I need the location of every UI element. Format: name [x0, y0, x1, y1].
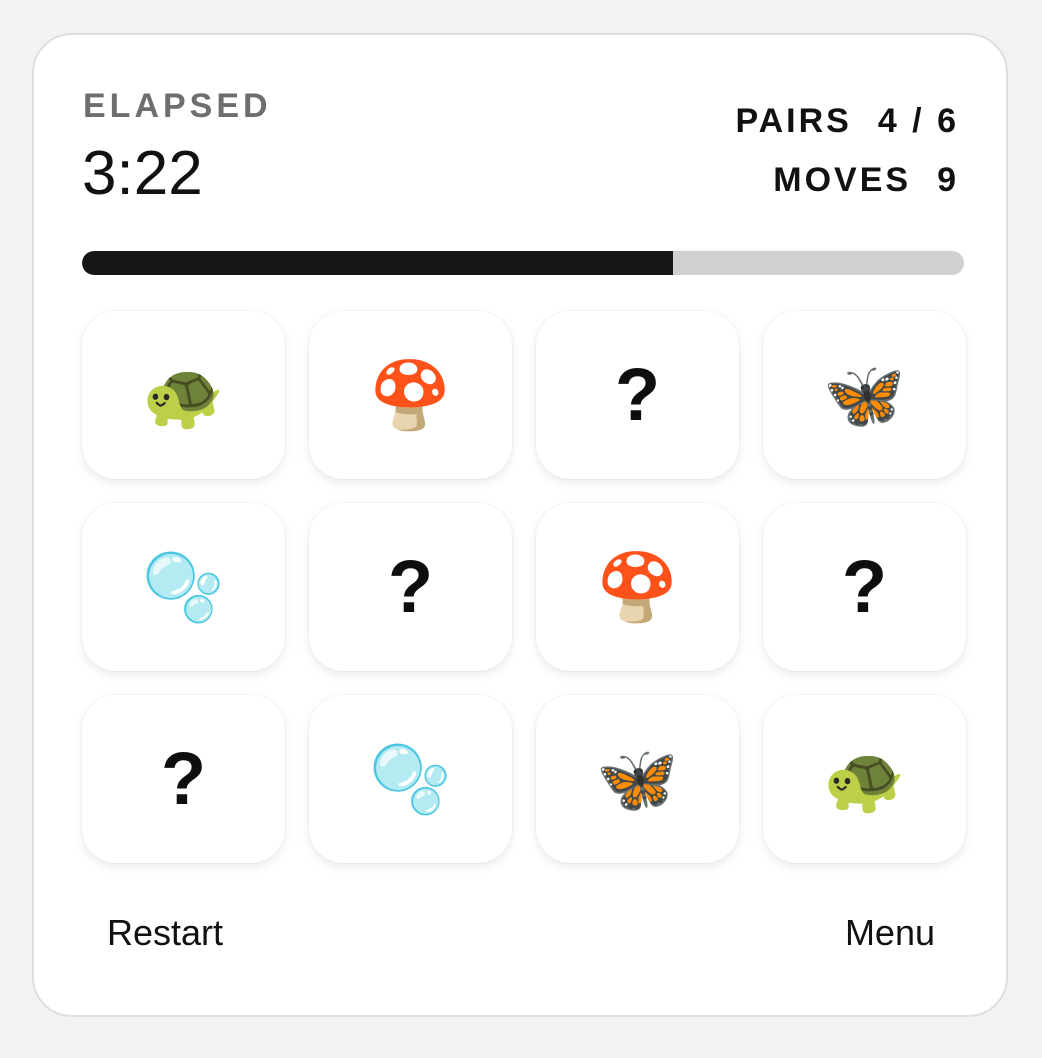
progress-bar [82, 251, 964, 275]
butterfly-icon: 🦋 [823, 358, 906, 432]
mushroom-icon: 🍄 [369, 358, 452, 432]
butterfly-icon: 🦋 [596, 742, 679, 816]
pairs-value: 4 / 6 [877, 102, 959, 140]
question-mark-icon: ? [160, 737, 207, 820]
progress-fill [82, 251, 673, 275]
elapsed-time: 3:22 [82, 139, 203, 208]
bubbles-icon: 🫧 [142, 550, 225, 624]
question-mark-icon: ? [841, 545, 888, 628]
memory-tile[interactable]: ? [82, 695, 285, 863]
game-card: ELAPSED 3:22 PAIRS 4 / 6 MOVES 9 🐢 🍄 ? 🦋… [32, 33, 1008, 1017]
memory-tile[interactable]: 🐢 [82, 311, 285, 479]
tile-grid: 🐢 🍄 ? 🦋 🫧 ? 🍄 ? ? 🫧 🦋 🐢 [82, 311, 966, 863]
memory-tile[interactable]: 🐢 [763, 695, 966, 863]
memory-tile[interactable]: ? [536, 311, 739, 479]
mushroom-icon: 🍄 [596, 550, 679, 624]
turtle-icon: 🐢 [142, 358, 225, 432]
restart-button[interactable]: Restart [107, 915, 223, 951]
pairs-label: PAIRS [735, 102, 852, 140]
pairs-stat: PAIRS 4 / 6 [735, 104, 959, 138]
moves-value: 9 [937, 161, 959, 199]
question-mark-icon: ? [614, 353, 661, 436]
memory-tile[interactable]: 🫧 [309, 695, 512, 863]
memory-tile[interactable]: 🦋 [536, 695, 739, 863]
memory-tile[interactable]: ? [309, 503, 512, 671]
question-mark-icon: ? [387, 545, 434, 628]
memory-tile[interactable]: 🫧 [82, 503, 285, 671]
memory-tile[interactable]: 🍄 [536, 503, 739, 671]
memory-tile[interactable]: ? [763, 503, 966, 671]
turtle-icon: 🐢 [823, 742, 906, 816]
moves-label: MOVES [773, 161, 912, 199]
memory-tile[interactable]: 🍄 [309, 311, 512, 479]
elapsed-label: ELAPSED [83, 87, 272, 125]
menu-button[interactable]: Menu [845, 915, 935, 951]
bubbles-icon: 🫧 [369, 742, 452, 816]
moves-stat: MOVES 9 [773, 163, 959, 197]
memory-tile[interactable]: 🦋 [763, 311, 966, 479]
